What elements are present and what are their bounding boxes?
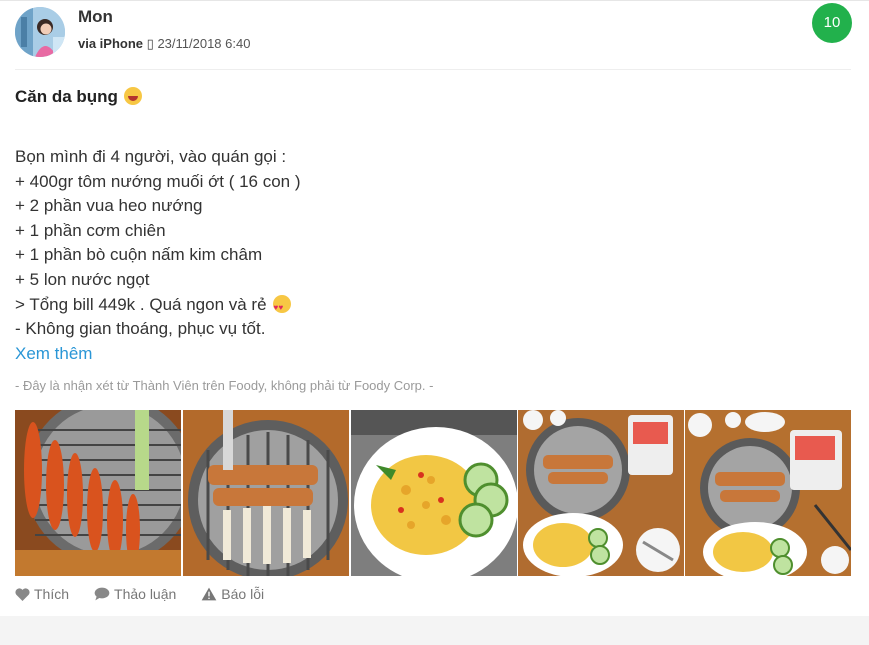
device-icon: ▯ — [146, 36, 154, 51]
laughing-face-icon — [123, 87, 142, 105]
review-title[interactable]: Căn da bụng — [15, 87, 142, 107]
user-name[interactable]: Mon — [78, 7, 113, 27]
review-line: + 400gr tôm nướng muối ớt ( 16 con ) — [15, 171, 301, 191]
report-label: Báo lỗi — [221, 586, 265, 602]
comment-icon — [94, 587, 110, 601]
review-line: - Không gian thoáng, phục vụ tốt. — [15, 319, 266, 339]
photo-thumbnail[interactable] — [183, 410, 349, 576]
post-meta: via iPhone ▯ 23/11/2018 6:40 — [78, 36, 250, 52]
review-line: + 5 lon nước ngọt — [15, 269, 150, 289]
divider — [15, 69, 851, 70]
page-background — [0, 616, 869, 645]
rating-badge: 10 — [812, 3, 852, 43]
review-line: Bọn mình đi 4 người, vào quán gọi : — [15, 147, 287, 166]
review-line: + 2 phần vua heo nướng — [15, 196, 203, 216]
like-label: Thích — [34, 586, 70, 602]
review-line-bill: > Tổng bill 449k . Quá ngon và rẻ — [15, 293, 301, 320]
fried-rice-image — [351, 410, 517, 576]
heart-icon — [15, 587, 30, 601]
post-date: 23/11/2018 6:40 — [157, 36, 251, 51]
heart-eyes-icon — [272, 294, 291, 320]
avatar[interactable] — [15, 7, 65, 57]
device-label: via iPhone — [78, 36, 144, 51]
action-bar: Thích Thảo luận Báo lỗi — [15, 586, 289, 602]
discuss-label: Thảo luận — [114, 586, 177, 602]
report-button[interactable]: Báo lỗi — [201, 586, 264, 602]
avatar-image — [15, 7, 65, 57]
table-spread-image — [518, 410, 684, 576]
grilled-shrimp-image — [15, 410, 181, 576]
photo-thumbnail[interactable] — [518, 410, 684, 576]
photo-thumbnail[interactable] — [351, 410, 517, 576]
review-body: Bọn mình đi 4 người, vào quán gọi : + 40… — [15, 145, 301, 366]
photo-thumbnail[interactable] — [15, 410, 181, 576]
like-button[interactable]: Thích — [15, 586, 69, 602]
bill-text: > Tổng bill 449k . Quá ngon và rẻ — [15, 294, 267, 314]
review-line: + 1 phần bò cuộn nấm kim châm — [15, 245, 263, 265]
grilled-pork-image — [183, 410, 349, 576]
discuss-button[interactable]: Thảo luận — [94, 586, 176, 602]
see-more-link[interactable]: Xem thêm — [15, 342, 301, 367]
photo-thumbnail[interactable] — [685, 410, 851, 576]
photo-gallery — [15, 410, 851, 576]
review-title-text: Căn da bụng — [15, 87, 118, 106]
warning-icon — [201, 587, 217, 601]
table-spread-image — [685, 410, 851, 576]
review-line: + 1 phần cơm chiên — [15, 220, 166, 240]
disclaimer: - Đây là nhận xét từ Thành Viên trên Foo… — [15, 378, 434, 393]
review-card: Mon via iPhone ▯ 23/11/2018 6:40 10 Căn … — [0, 0, 869, 617]
